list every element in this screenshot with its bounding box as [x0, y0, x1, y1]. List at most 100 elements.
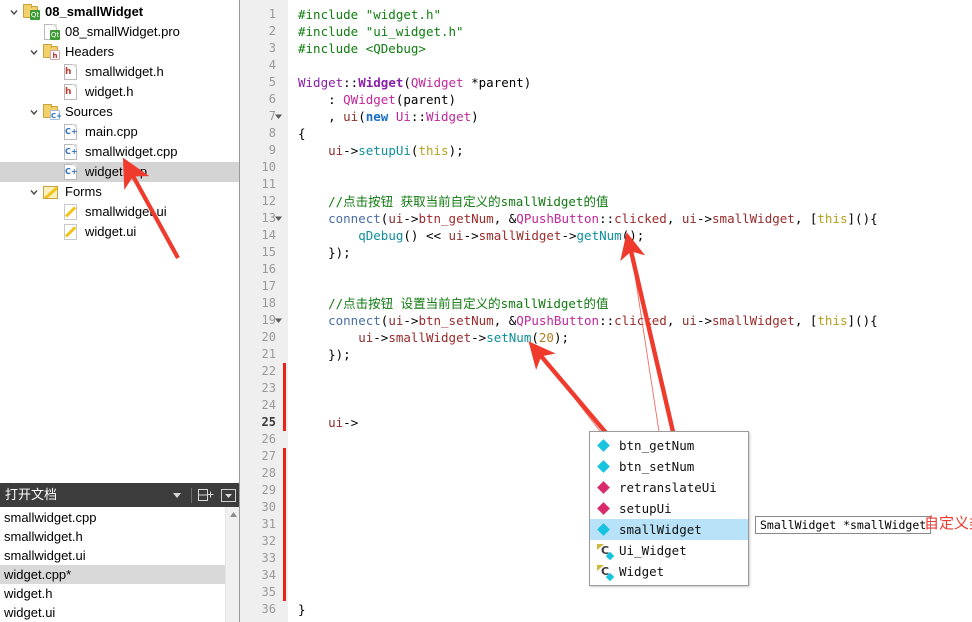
tree-item-widget-ui[interactable]: widget.ui — [0, 222, 239, 242]
tree-item-08-smallwidget[interactable]: Qt 08_smallWidget — [0, 2, 239, 22]
open-document-item[interactable]: widget.h — [0, 584, 239, 603]
toolbar-divider — [191, 487, 192, 503]
open-document-item[interactable]: widget.ui — [0, 603, 239, 622]
scroll-up-arrow-icon[interactable] — [226, 507, 239, 521]
twisty-placeholder — [46, 62, 62, 82]
code-line[interactable]: ui-> — [298, 414, 358, 431]
open-document-item[interactable]: smallwidget.h — [0, 527, 239, 546]
twisty-placeholder — [46, 202, 62, 222]
fold-marker-icon[interactable] — [272, 210, 284, 227]
change-marker — [283, 397, 286, 414]
code-line[interactable]: #include <QDebug> — [298, 40, 426, 57]
close-panel-icon[interactable] — [217, 484, 239, 506]
line-number: 27 — [261, 449, 276, 463]
autocomplete-item[interactable]: smallWidget — [590, 519, 748, 540]
code-line[interactable]: qDebug() << ui->smallWidget->getNum(); — [298, 227, 644, 244]
fold-marker-icon[interactable] — [272, 312, 284, 329]
code-line[interactable]: , ui(new Ui::Widget) — [298, 108, 479, 125]
open-document-item[interactable]: smallwidget.cpp — [0, 508, 239, 527]
autocomplete-item[interactable]: C Widget — [590, 561, 748, 582]
code-line[interactable]: : QWidget(parent) — [298, 91, 456, 108]
autocomplete-item-label: smallWidget — [619, 522, 702, 537]
twisty-placeholder — [46, 142, 62, 162]
autocomplete-item[interactable]: btn_setNum — [590, 456, 748, 477]
header-file-icon: h — [62, 83, 80, 101]
fold-marker-icon[interactable] — [272, 108, 284, 125]
code-line[interactable]: }); — [298, 244, 351, 261]
variable-diamond-icon — [596, 458, 614, 476]
class-icon: C — [596, 542, 615, 560]
code-line[interactable]: } — [298, 601, 306, 618]
tree-item-08-smallwidget-pro[interactable]: Qt 08_smallWidget.pro — [0, 22, 239, 42]
change-marker — [283, 448, 286, 465]
code-line[interactable]: //点击按钮 设置当前自定义的smallWidget的值 — [298, 295, 608, 312]
tree-item-widget-h[interactable]: h widget.h — [0, 82, 239, 102]
code-line[interactable]: //点击按钮 获取当前自定义的smallWidget的值 — [298, 193, 608, 210]
tree-item-label: main.cpp — [85, 124, 138, 139]
code-line[interactable]: ui->setupUi(this); — [298, 142, 464, 159]
line-number: 16 — [261, 262, 276, 276]
tree-item-forms[interactable]: Forms — [0, 182, 239, 202]
open-document-item[interactable]: widget.cpp* — [0, 565, 239, 584]
split-add-icon[interactable] — [195, 484, 217, 506]
tree-item-headers[interactable]: h Headers — [0, 42, 239, 62]
tree-item-widget-cpp[interactable]: C+ widget.cpp — [0, 162, 239, 182]
line-number: 2 — [268, 24, 276, 38]
tree-item-sources[interactable]: C+ Sources — [0, 102, 239, 122]
sidebar: Qt 08_smallWidget Qt 08_smallWidget.pro h Hea… — [0, 0, 240, 622]
tree-item-smallwidget-cpp[interactable]: C+ smallwidget.cpp — [0, 142, 239, 162]
tree-item-smallwidget-h[interactable]: h smallwidget.h — [0, 62, 239, 82]
twisty-placeholder — [46, 162, 62, 182]
code-line[interactable]: Widget::Widget(QWidget *parent) — [298, 74, 531, 91]
open-documents-scrollbar[interactable] — [225, 507, 239, 622]
project-tree[interactable]: Qt 08_smallWidget Qt 08_smallWidget.pro h Hea… — [0, 0, 239, 483]
line-number: 12 — [261, 194, 276, 208]
chevron-down-icon[interactable] — [26, 102, 42, 122]
method-diamond-icon — [596, 500, 614, 518]
code-line[interactable]: { — [298, 125, 306, 142]
open-document-item[interactable]: smallwidget.ui — [0, 546, 239, 565]
code-line[interactable]: #include "widget.h" — [298, 6, 441, 23]
code-line[interactable]: }); — [298, 346, 351, 363]
tree-item-main-cpp[interactable]: C+ main.cpp — [0, 122, 239, 142]
cpp-file-icon: C+ — [62, 163, 80, 181]
line-number: 24 — [261, 398, 276, 412]
change-marker — [283, 380, 286, 397]
change-marker — [283, 363, 286, 380]
change-marker — [283, 516, 286, 533]
autocomplete-item[interactable]: setupUi — [590, 498, 748, 519]
code-line[interactable]: connect(ui->btn_setNum, &QPushButton::cl… — [298, 312, 878, 329]
chevron-down-icon[interactable] — [6, 2, 22, 22]
chevron-down-icon[interactable] — [26, 42, 42, 62]
qt-pro-file-icon: Qt — [42, 23, 60, 41]
chevron-down-icon[interactable] — [26, 182, 42, 202]
line-number: 3 — [268, 41, 276, 55]
open-documents-list[interactable]: smallwidget.cpp smallwidget.h smallwidget.… — [0, 507, 239, 622]
tree-item-smallwidget-ui[interactable]: smallwidget.ui — [0, 202, 239, 222]
autocomplete-popup[interactable]: btn_getNum btn_setNum retranslateUi setupUi… — [589, 431, 749, 586]
line-number: 26 — [261, 432, 276, 446]
tree-item-label: smallwidget.cpp — [85, 144, 178, 159]
method-diamond-icon — [596, 479, 614, 497]
twisty-placeholder — [26, 22, 42, 42]
change-marker — [283, 414, 286, 431]
chevron-down-icon[interactable] — [166, 484, 188, 506]
autocomplete-item[interactable]: retranslateUi — [590, 477, 748, 498]
autocomplete-item[interactable]: C Ui_Widget — [590, 540, 748, 561]
line-number: 4 — [268, 58, 276, 72]
line-number: 20 — [261, 330, 276, 344]
open-documents-header: 打开文档 — [0, 483, 239, 507]
code-editor[interactable]: 1 2 3 4 5 6 7 8 9 10 11 12 13 14 15 16 17 18 19 20 21 22 23 24 2… — [240, 0, 972, 622]
cpp-file-icon: C+ — [62, 123, 80, 141]
change-marker — [283, 567, 286, 584]
code-line[interactable]: ui->smallWidget->setNum(20); — [298, 329, 569, 346]
autocomplete-tooltip: SmallWidget *smallWidget — [755, 516, 932, 534]
autocomplete-item[interactable]: btn_getNum — [590, 435, 748, 456]
code-line[interactable]: #include "ui_widget.h" — [298, 23, 464, 40]
tree-item-label: Sources — [65, 104, 113, 119]
line-number: 14 — [261, 228, 276, 242]
change-marker — [283, 584, 286, 601]
variable-diamond-icon — [596, 521, 614, 539]
code-line[interactable]: connect(ui->btn_getNum, &QPushButton::cl… — [298, 210, 878, 227]
autocomplete-item-label: btn_setNum — [619, 459, 695, 474]
